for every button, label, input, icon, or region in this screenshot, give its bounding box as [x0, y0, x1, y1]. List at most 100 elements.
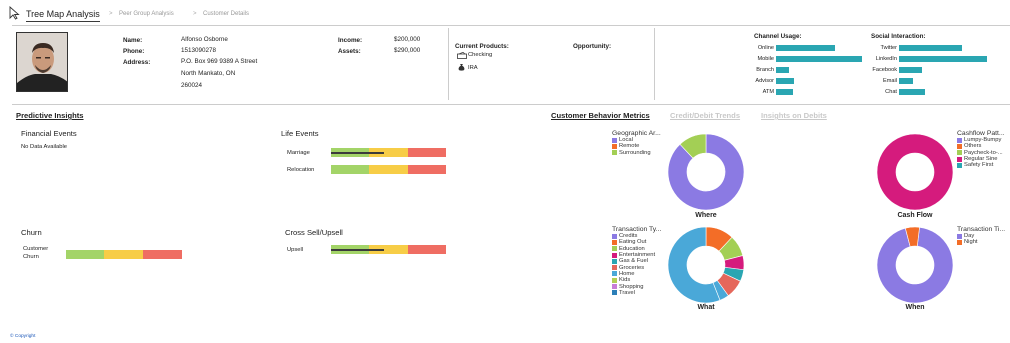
legend-swatch [957, 239, 962, 245]
copyright[interactable]: © Copyright [10, 334, 35, 339]
churn-title: Churn [21, 228, 42, 237]
marriage-gauge [331, 148, 446, 157]
legend-swatch [612, 137, 617, 143]
money-bag-icon [458, 64, 465, 71]
legend-item[interactable]: Travel [612, 290, 661, 296]
channel-usage-bar[interactable] [776, 88, 794, 95]
what-chart-title: What [697, 304, 715, 311]
legend-title: Geographic Ar... [612, 130, 661, 137]
legend-label: Kids [619, 277, 631, 284]
social-interaction-bar[interactable] [899, 44, 962, 51]
customer-churn-label-2: Churn [23, 254, 39, 260]
what-donut-chart [667, 226, 745, 304]
legend-label: Education [619, 245, 645, 252]
social-interaction-bar[interactable] [898, 55, 987, 62]
channel-usage-row-online: Online [734, 42, 864, 53]
legend-item[interactable]: Night [957, 239, 1005, 245]
social-interaction-title: Social Interaction: [871, 33, 926, 40]
channel-usage-label: Mobile [757, 55, 774, 62]
breadcrumb-peer-group[interactable]: Peer Group Analysis [119, 11, 174, 17]
breadcrumb-customer-details[interactable]: Customer Details [203, 11, 249, 17]
legend-item[interactable]: Paycheck-to-... [957, 150, 1005, 156]
relocation-gauge [331, 165, 446, 174]
opportunity-label: Opportunity: [573, 43, 612, 50]
social-interaction-bar[interactable] [899, 88, 926, 95]
social-interaction-row-facebook: Facebook [857, 64, 987, 75]
legend-item[interactable]: Lumpy-Bumpy [957, 137, 1005, 143]
social-interaction-bar[interactable] [899, 77, 914, 84]
legend-label: Credits [619, 233, 638, 240]
tab-insights-on-debits[interactable]: Insights on Debits [761, 111, 827, 120]
channel-usage-bar[interactable] [776, 55, 862, 62]
assets-label: Assets: [338, 48, 361, 55]
legend-swatch [612, 150, 617, 156]
channel-usage-chart: Online Mobile Branch Advisor ATM [734, 42, 864, 97]
vertical-divider [654, 28, 655, 100]
legend-label: Day [964, 233, 975, 240]
customer-phone: 1513090278 [181, 47, 217, 54]
legend-swatch [612, 246, 617, 252]
legend-swatch [957, 162, 962, 168]
tab-customer-behavior[interactable]: Customer Behavior Metrics [551, 111, 650, 120]
legend-swatch [612, 258, 617, 264]
legend-title: Cashflow Patt... [957, 130, 1005, 137]
social-interaction-row-twitter: Twitter [857, 42, 987, 53]
product-checking: Checking [468, 52, 493, 58]
legend-label: Entertainment [619, 252, 656, 259]
address-line-1: P.O. Box 969 9389 A Street [181, 58, 258, 65]
legend-swatch [957, 143, 962, 149]
breadcrumb-tree-map[interactable]: Tree Map Analysis [26, 9, 100, 22]
legend-item[interactable]: Safety First [957, 162, 1005, 168]
income-value: $200,000 [394, 36, 421, 43]
legend-title: Transaction Ti... [957, 226, 1006, 233]
social-interaction-label: LinkedIn [875, 55, 897, 62]
address-label: Address: [123, 59, 151, 66]
predictive-insights-title: Predictive Insights [16, 111, 84, 120]
legend-swatch [612, 143, 617, 149]
cash-flow-legend: Cashflow Patt... Lumpy-Bumpy Others Paychec… [957, 130, 1005, 168]
legend-item[interactable]: Entertainment [612, 252, 661, 258]
legend-label: Home [619, 270, 635, 277]
donut-slice-regular-sine[interactable] [876, 133, 954, 211]
legend-label: Gas & Fuel [619, 258, 648, 265]
legend-item[interactable]: Regular Sine [957, 156, 1005, 162]
address-line-2: North Mankato, ON [181, 70, 236, 77]
social-interaction-bar[interactable] [899, 66, 923, 73]
legend-label: Remote [619, 143, 640, 150]
legend-swatch [612, 265, 617, 271]
upsell-label: Upsell [287, 247, 304, 253]
marriage-level [331, 151, 384, 154]
channel-usage-bar[interactable] [776, 66, 789, 73]
legend-swatch [612, 271, 617, 277]
cursor-icon [9, 6, 20, 20]
when-donut-chart [876, 226, 954, 304]
legend-label: Travel [619, 289, 635, 296]
breadcrumb-separator: > [109, 11, 113, 17]
name-label: Name: [123, 37, 143, 44]
legend-swatch [612, 233, 617, 239]
legend-swatch [612, 277, 617, 283]
channel-usage-row-advisor: Advisor [734, 75, 864, 86]
where-donut-chart [667, 133, 745, 211]
current-products-label: Current Products: [455, 43, 509, 50]
product-ira: IRA [468, 65, 478, 71]
cross-sell-title: Cross Sell/Upsell [285, 228, 343, 237]
legend-label: Safety First [964, 162, 994, 169]
income-label: Income: [338, 37, 363, 44]
legend-label: Lumpy-Bumpy [964, 137, 1002, 144]
legend-item[interactable]: Surrounding [612, 150, 661, 156]
channel-usage-row-atm: ATM [734, 86, 864, 97]
legend-swatch [957, 233, 962, 239]
legend-title: Transaction Ty... [612, 226, 662, 233]
phone-label: Phone: [123, 48, 145, 55]
address-line-3: 260024 [181, 82, 203, 89]
social-interaction-row-linkedin: LinkedIn [857, 53, 987, 64]
customer-name: Alfonso Osborne [181, 36, 228, 43]
tab-credit-debit-trends[interactable]: Credit/Debit Trends [670, 111, 740, 120]
channel-usage-bar[interactable] [776, 77, 794, 84]
social-interaction-label: Twitter [880, 44, 897, 51]
channel-usage-title: Channel Usage: [754, 33, 802, 40]
customer-churn-label: Customer [23, 246, 49, 252]
social-interaction-label: Chat [885, 88, 897, 95]
channel-usage-bar[interactable] [776, 44, 835, 51]
